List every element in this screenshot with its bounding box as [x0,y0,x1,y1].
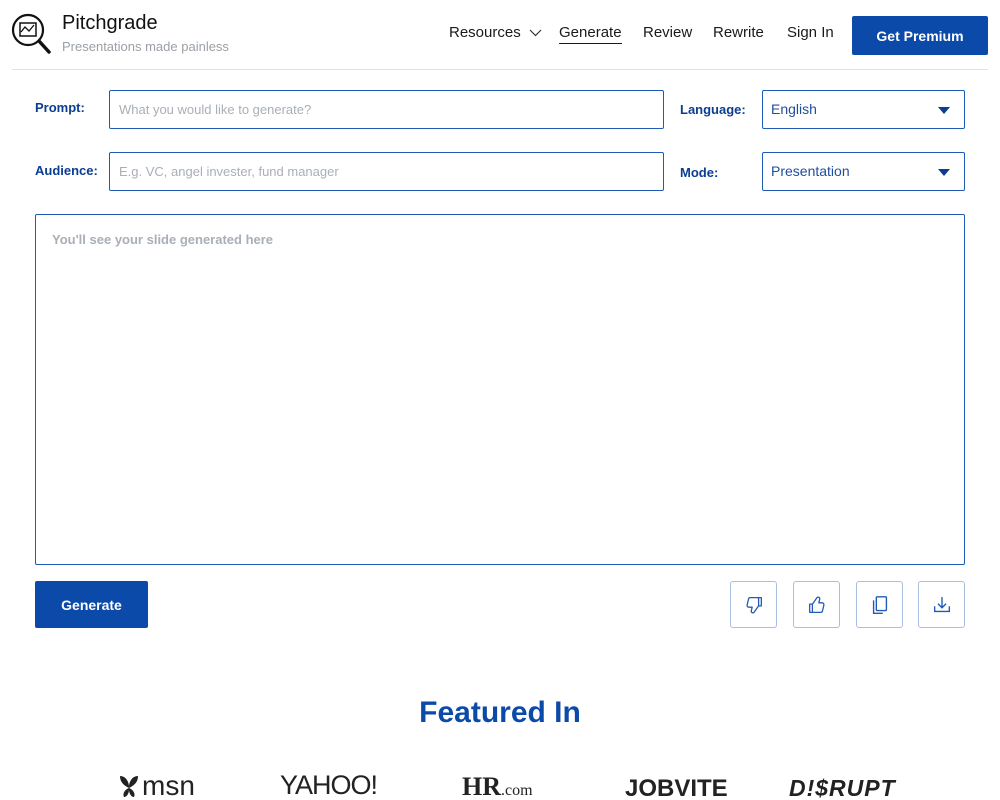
thumbs-down-button[interactable] [730,581,777,628]
get-premium-button[interactable]: Get Premium [852,16,988,55]
thumbs-down-icon [745,596,762,613]
download-icon [933,596,950,612]
mode-select-value: Presentation [771,163,850,179]
output-placeholder: You'll see your slide generated here [52,232,274,247]
nav-review[interactable]: Review [643,24,692,41]
copy-button[interactable] [856,581,903,628]
butterfly-icon [120,776,138,797]
audience-label: Audience: [35,163,98,178]
nav-resources-label: Resources [449,24,521,41]
disrupt-logo: D!$RUPT [789,775,896,800]
slide-output-area[interactable]: You'll see your slide generated here [35,214,965,565]
generate-button[interactable]: Generate [35,581,148,628]
nav-resources[interactable]: Resources [449,24,542,41]
mode-label: Mode: [680,165,719,180]
jobvite-logo: JOBVITE [625,775,728,800]
nav-sign-in[interactable]: Sign In [787,24,834,41]
featured-heading: Featured In [419,696,581,729]
hr-logo-suffix: .com [501,782,533,799]
language-label: Language: [680,102,746,117]
chevron-down-icon [529,29,542,37]
nav-generate[interactable]: Generate [559,24,622,44]
language-select[interactable]: English [762,90,965,129]
mode-select[interactable]: Presentation [762,152,965,191]
audience-input[interactable] [109,152,664,191]
brand-title[interactable]: Pitchgrade [62,12,158,35]
msn-logo-text: msn [142,770,195,800]
copy-icon [872,595,887,614]
nav-rewrite[interactable]: Rewrite [713,24,764,41]
language-select-value: English [771,101,817,117]
download-button[interactable] [918,581,965,628]
thumbs-up-button[interactable] [793,581,840,628]
thumbs-up-icon [808,596,825,613]
site-header: Pitchgrade Presentations made painless R… [0,0,1000,70]
prompt-input[interactable] [109,90,664,129]
header-divider [12,69,988,70]
msn-logo: msn [116,770,195,800]
magnifier-chart-logo-icon[interactable] [10,12,52,56]
caret-down-icon [938,107,950,114]
brand-subtitle: Presentations made painless [62,39,229,54]
yahoo-logo: YAHOO! [280,770,378,800]
hr-com-logo: HR.com [462,772,533,800]
prompt-label: Prompt: [35,100,85,115]
hr-logo-mark: HR [462,772,501,800]
caret-down-icon [938,169,950,176]
